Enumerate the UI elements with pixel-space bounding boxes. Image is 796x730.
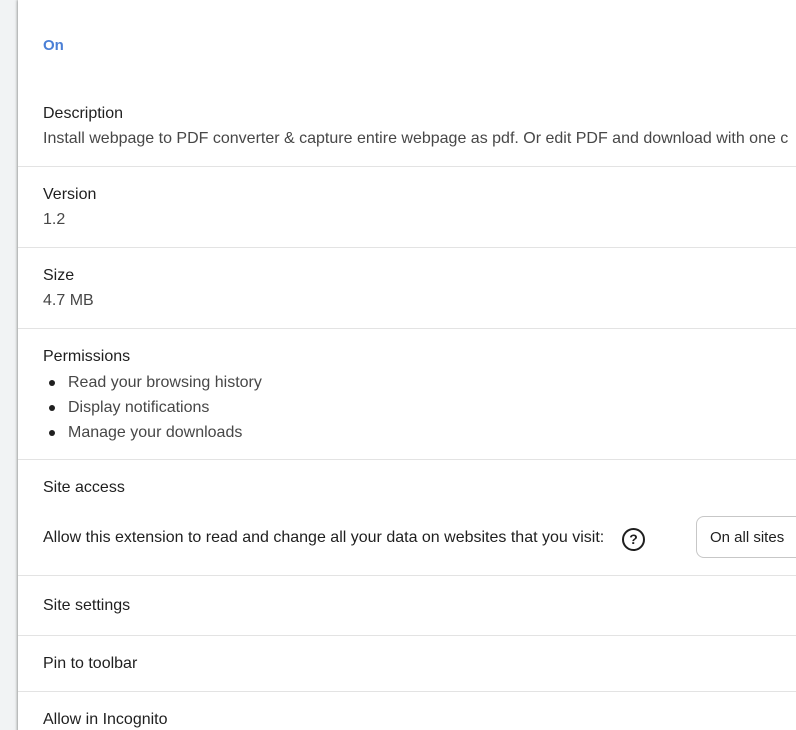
site-access-selected-value: On all sites [710,529,785,546]
site-access-label: Site access [43,479,125,496]
site-access-prompt: Allow this extension to read and change … [43,529,605,546]
permission-text: Manage your downloads [68,424,243,441]
permissions-section: Permissions Read your browsing history D… [18,329,796,460]
bullet-icon [49,405,55,411]
permission-item: Manage your downloads [43,420,262,445]
permission-item: Read your browsing history [43,370,262,395]
allow-incognito-row[interactable]: Allow in Incognito [18,692,796,730]
bullet-icon [49,430,55,436]
site-settings-label: Site settings [43,597,131,614]
permission-text: Read your browsing history [68,374,262,391]
size-section: Size 4.7 MB [18,248,796,329]
version-label: Version [43,186,97,203]
permission-item: Display notifications [43,395,262,420]
site-settings-row[interactable]: Site settings [18,576,796,636]
description-label: Description [43,105,124,122]
extension-details-page: On Description Install webpage to PDF co… [0,0,796,730]
size-label: Size [43,267,75,284]
site-access-select[interactable]: On all sites [696,516,796,558]
version-value: 1.2 [43,211,66,228]
version-section: Version 1.2 [18,167,796,248]
extension-details-card: On Description Install webpage to PDF co… [18,0,796,730]
size-value: 4.7 MB [43,292,94,309]
pin-to-toolbar-label: Pin to toolbar [43,655,138,672]
help-icon[interactable]: ? [622,528,645,551]
permission-text: Display notifications [68,399,210,416]
description-text: Install webpage to PDF converter & captu… [43,130,789,147]
bullet-icon [49,380,55,386]
description-section: Description Install webpage to PDF conve… [18,96,796,167]
permissions-label: Permissions [43,348,131,365]
extension-status: On [43,37,64,54]
permissions-list: Read your browsing history Display notif… [43,370,262,445]
pin-to-toolbar-row[interactable]: Pin to toolbar [18,636,796,692]
site-access-section: Site access Allow this extension to read… [18,460,796,576]
allow-incognito-label: Allow in Incognito [43,711,168,728]
